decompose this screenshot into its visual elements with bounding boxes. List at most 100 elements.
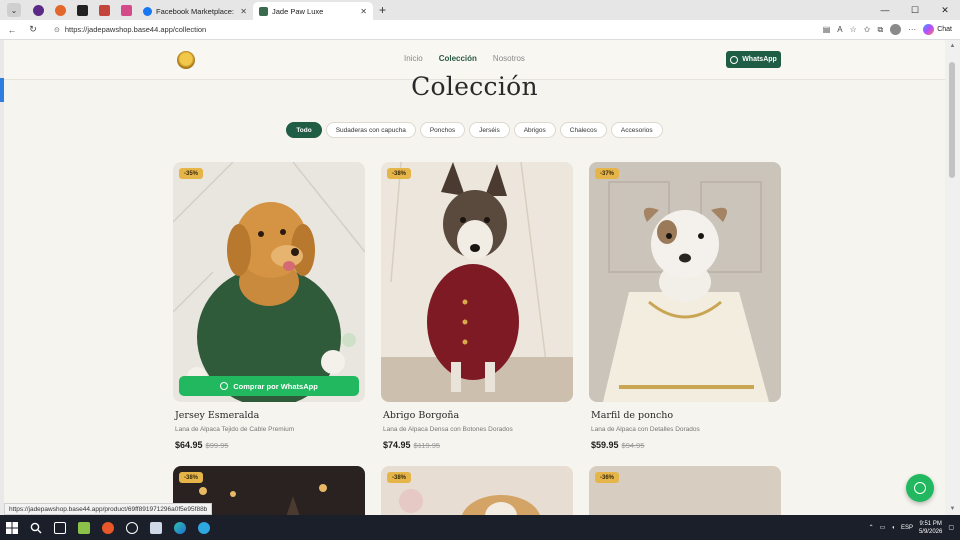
translate-icon[interactable]: A	[837, 25, 842, 34]
pinned-tab-2[interactable]	[49, 0, 71, 20]
collections-icon[interactable]: ⧉	[877, 25, 883, 35]
calculator-icon[interactable]	[72, 515, 96, 540]
product-image-pitbull[interactable]: -37%	[589, 162, 781, 402]
filter-chalecos[interactable]: Chalecos	[559, 122, 607, 138]
tab-title: Jade Paw Luxe	[272, 6, 324, 16]
discount-badge: -35%	[179, 168, 204, 179]
product-name[interactable]: Marfil de poncho	[591, 410, 673, 421]
more-menu-icon[interactable]: ···	[908, 25, 916, 34]
filter-todo[interactable]: Todo	[286, 122, 322, 138]
original-price: $99.95	[205, 441, 229, 450]
page-title: Colección	[411, 72, 538, 101]
chevron-up-icon[interactable]: ⌃	[869, 524, 874, 531]
scroll-up-icon[interactable]: ▲	[945, 43, 960, 49]
buy-label: Comprar por WhatsApp	[233, 381, 318, 391]
tab-facebook-marketplace[interactable]: Facebook Marketplace: Compra y ✕	[137, 2, 253, 20]
tab-actions-menu-icon[interactable]: ⌄	[7, 3, 21, 17]
product-price: $59.95 $94.95	[591, 440, 644, 450]
chat-label: Chat	[937, 26, 952, 33]
original-price: $119.95	[413, 441, 441, 450]
telegram-icon[interactable]	[192, 515, 216, 540]
whatsapp-icon	[730, 55, 739, 64]
browser-toolbar: ← ↻ ⊙ https://jadepawshop.base44.app/col…	[0, 20, 960, 40]
whatsapp-header-button[interactable]: WhatsApp	[726, 51, 781, 68]
tab-title: Facebook Marketplace: Compra y	[156, 6, 234, 16]
minimize-button[interactable]: —	[870, 0, 900, 20]
brave-icon[interactable]	[96, 515, 120, 540]
product-name[interactable]: Abrigo Borgoña	[383, 410, 459, 421]
clock-date: 5/9/2026	[918, 528, 943, 535]
product-name[interactable]: Jersey Esmeralda	[175, 410, 259, 421]
page-scrollbar[interactable]: ▲ ▼	[945, 40, 960, 515]
status-bar-url: https://jadepawshop.base44.app/product/6…	[4, 503, 213, 515]
buy-whatsapp-button[interactable]: Comprar por WhatsApp	[179, 376, 359, 396]
nav-coleccion[interactable]: Colección	[439, 54, 477, 63]
file-explorer-icon[interactable]	[144, 515, 168, 540]
window-controls: — ☐ ✕	[870, 0, 960, 20]
pinned-tab-5[interactable]	[115, 0, 137, 20]
product-price: $64.95 $99.95	[175, 440, 228, 450]
language-indicator[interactable]: ESP	[901, 525, 913, 531]
current-price: $64.95	[175, 440, 203, 450]
network-icon[interactable]: ▭	[880, 524, 886, 531]
main-nav: Inicio Colección Nosotros	[404, 54, 525, 63]
whatsapp-label: WhatsApp	[742, 56, 777, 63]
close-window-button[interactable]: ✕	[930, 0, 960, 20]
whatsapp-icon	[220, 382, 229, 390]
product-image-husky[interactable]: -38%	[381, 162, 573, 402]
new-tab-button[interactable]: +	[379, 3, 386, 17]
original-price: $94.95	[621, 441, 645, 450]
favorites-icon[interactable]: ✩	[864, 25, 871, 34]
jade-paw-logo[interactable]	[177, 51, 195, 69]
edge-icon[interactable]	[168, 515, 192, 540]
address-bar[interactable]: ⊙ https://jadepawshop.base44.app/collect…	[48, 22, 808, 37]
profile-avatar[interactable]	[890, 24, 902, 35]
chatgpt-icon[interactable]	[120, 515, 144, 540]
pinned-tab-4[interactable]	[93, 0, 115, 20]
discount-badge: -37%	[595, 168, 620, 179]
discount-badge: -38%	[387, 472, 412, 483]
back-arrow-icon[interactable]: ←	[3, 25, 21, 35]
site-info-icon[interactable]: ⊙	[54, 26, 60, 34]
windows-icon	[6, 521, 18, 534]
product-price: $74.95 $119.95	[383, 440, 440, 450]
jade-paw-favicon	[259, 6, 268, 16]
notifications-icon[interactable]: ▢	[948, 524, 954, 531]
nav-nosotros[interactable]: Nosotros	[493, 54, 525, 63]
discount-badge: -38%	[179, 472, 204, 483]
current-price: $74.95	[383, 440, 411, 450]
nav-inicio[interactable]: Inicio	[404, 54, 423, 63]
filter-jerseis[interactable]: Jerséis	[469, 122, 510, 138]
task-view-icon[interactable]	[48, 515, 72, 540]
pinned-tab-1[interactable]	[27, 0, 49, 20]
close-tab-icon[interactable]: ✕	[354, 7, 367, 16]
scrollbar-thumb[interactable]	[949, 62, 955, 178]
product-description: Lana de Alpaca Densa con Botones Dorados	[383, 426, 513, 433]
facebook-icon	[143, 6, 152, 16]
product-image[interactable]: -38%	[381, 466, 573, 515]
scroll-down-icon[interactable]: ▼	[945, 506, 960, 512]
reader-view-icon[interactable]: ▤	[823, 25, 831, 34]
product-image-golden-retriever[interactable]: -35% Comprar por WhatsApp	[173, 162, 365, 402]
product-description: Lana de Alpaca con Detalles Dorados	[591, 426, 700, 433]
filter-ponchos[interactable]: Ponchos	[419, 122, 466, 138]
reload-icon[interactable]: ↻	[24, 24, 42, 35]
search-icon[interactable]	[24, 515, 48, 540]
favorite-star-icon[interactable]: ☆	[850, 25, 857, 34]
clock[interactable]: 9:51 PM 5/9/2026	[919, 520, 942, 536]
floating-whatsapp-button[interactable]	[906, 474, 934, 502]
copilot-chat-button[interactable]: Chat	[923, 24, 952, 35]
start-button[interactable]	[0, 515, 24, 540]
pinned-tab-3[interactable]	[71, 0, 93, 20]
product-description: Lana de Alpaca Tejido de Cable Premium	[175, 426, 295, 433]
filter-abrigos[interactable]: Abrigos	[513, 122, 556, 138]
tab-jade-paw-luxe[interactable]: Jade Paw Luxe ✕	[253, 2, 373, 20]
filter-accesorios[interactable]: Accesorios	[610, 122, 663, 138]
filter-sudaderas[interactable]: Sudaderas con capucha	[325, 122, 416, 138]
volume-icon[interactable]: ◖	[891, 525, 895, 531]
product-image[interactable]: -36%	[589, 466, 781, 515]
clock-time: 9:51 PM	[919, 520, 942, 527]
maximize-button[interactable]: ☐	[900, 0, 930, 20]
close-tab-icon[interactable]: ✕	[234, 7, 247, 16]
discount-badge: -36%	[595, 472, 620, 483]
